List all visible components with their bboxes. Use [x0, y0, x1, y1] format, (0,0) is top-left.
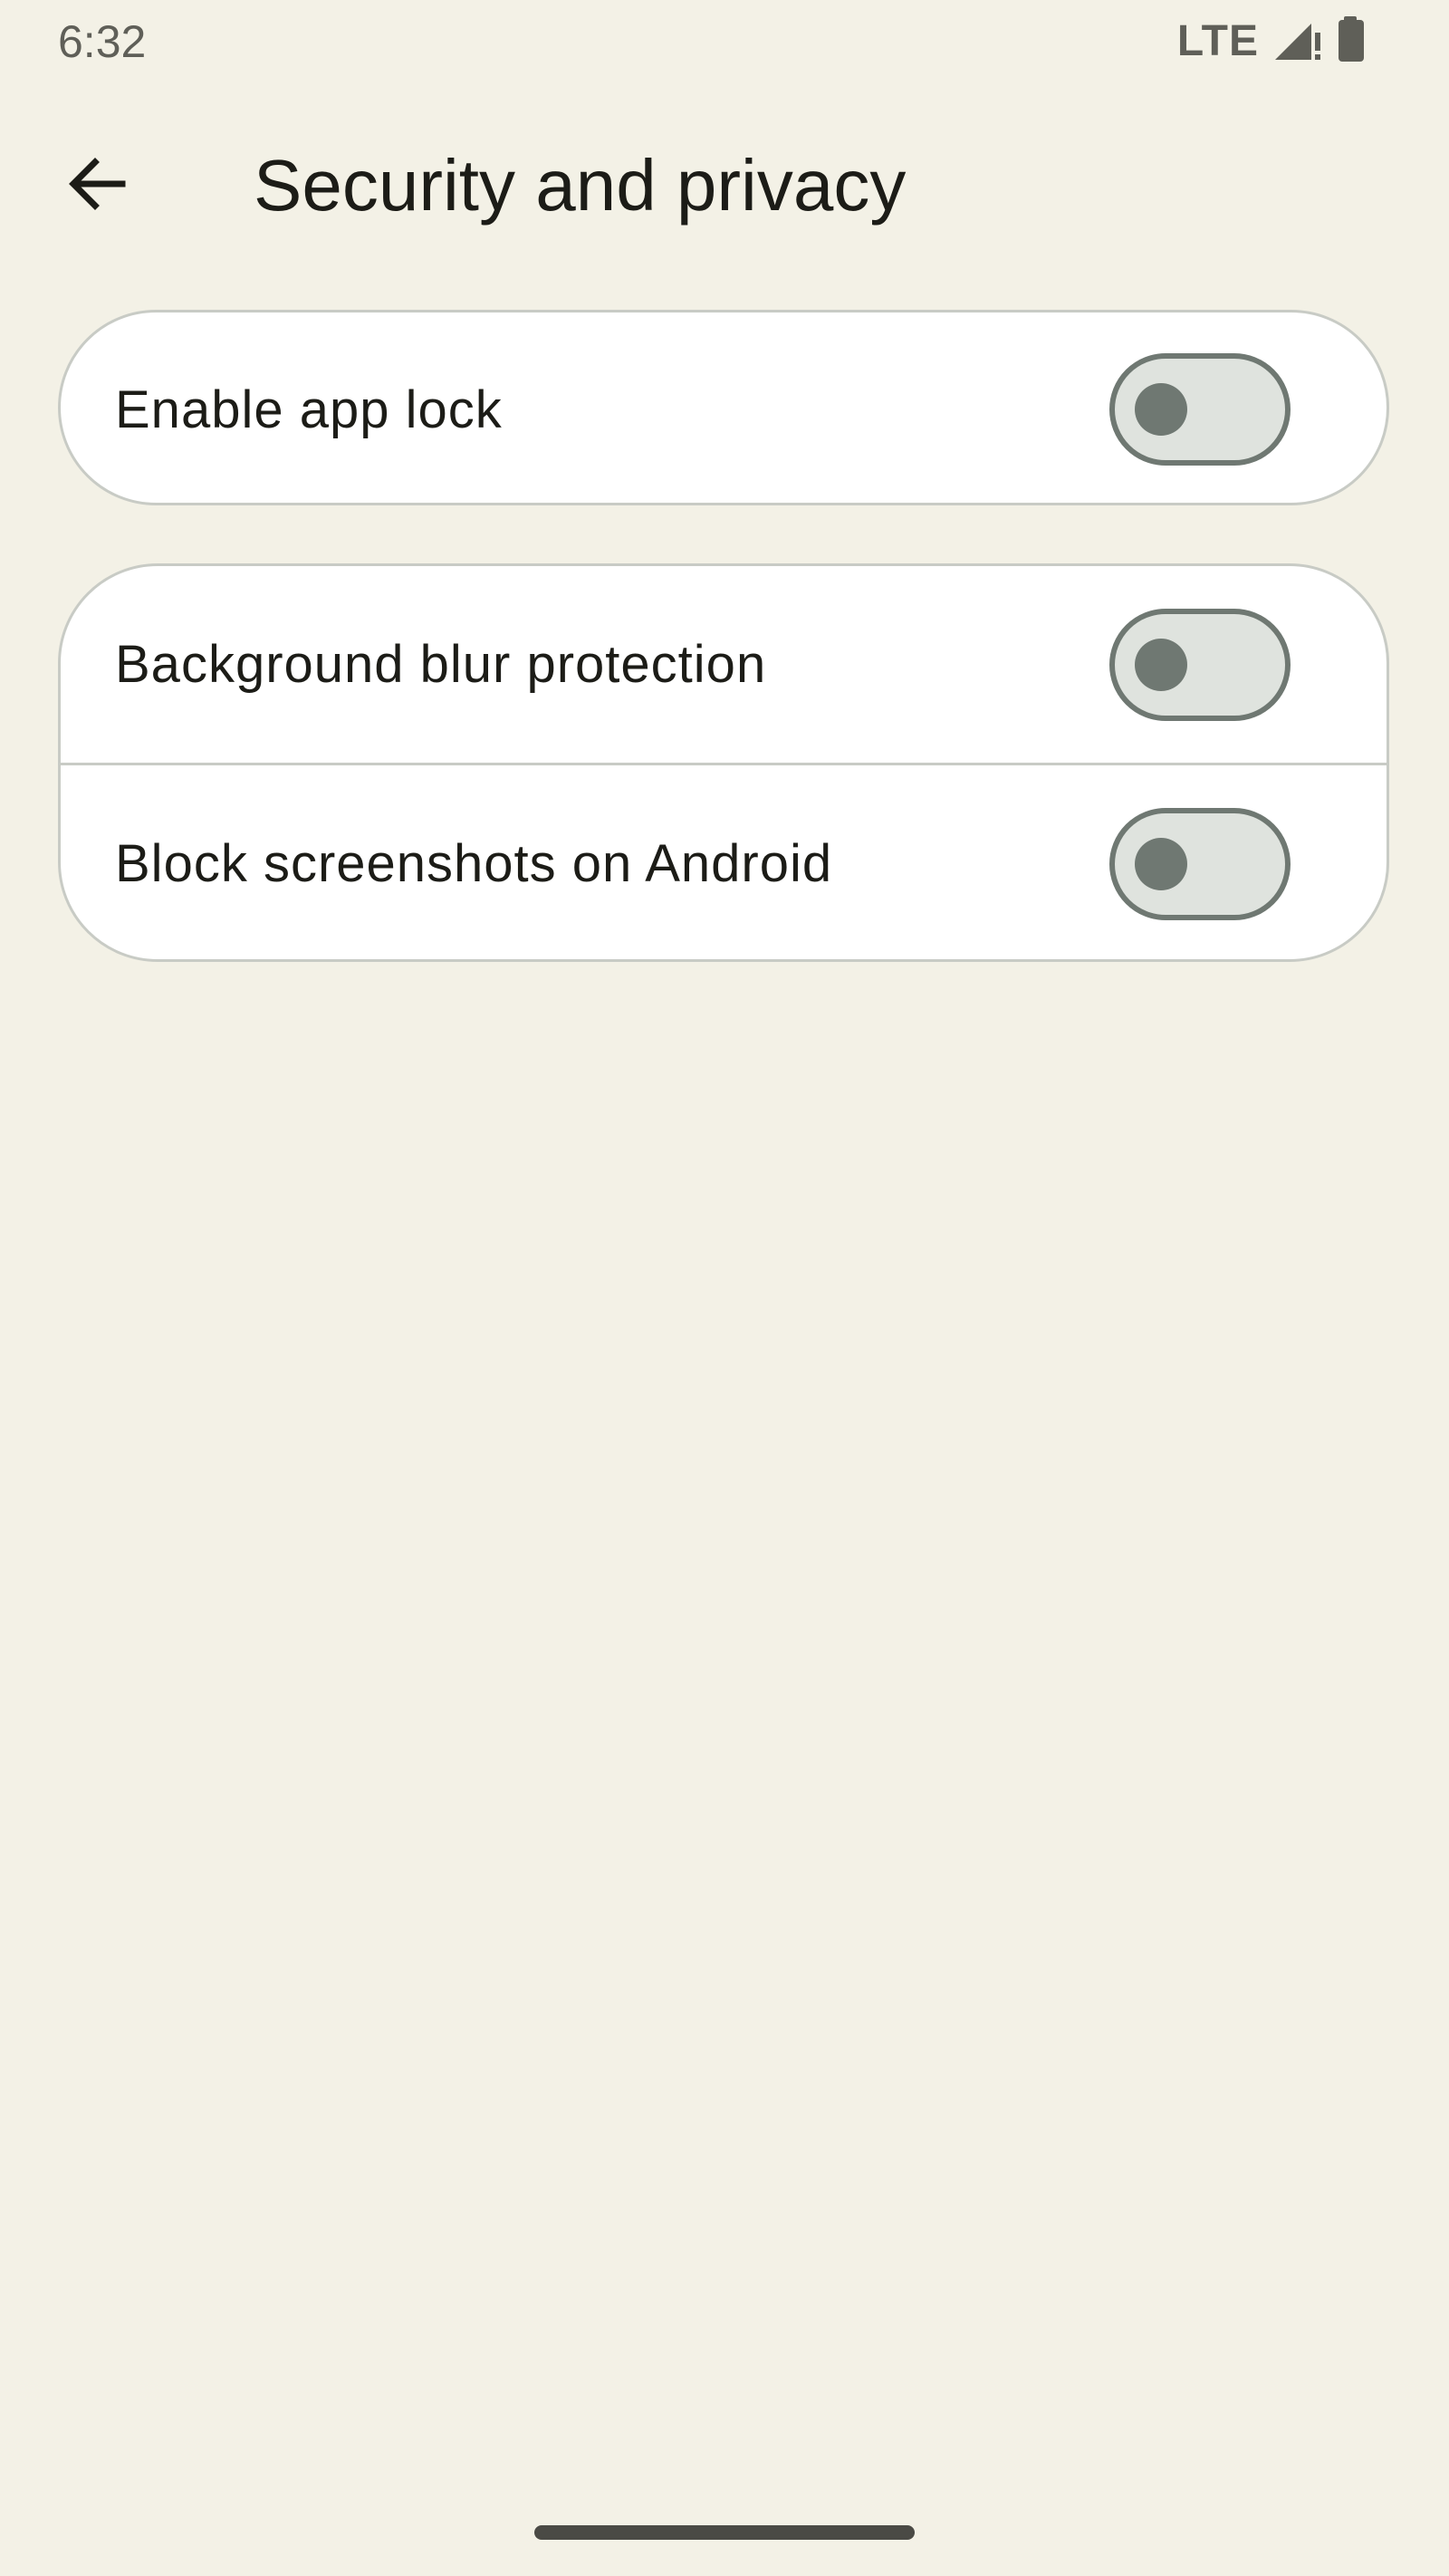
- battery-icon: [1335, 14, 1367, 70]
- app-lock-label: Enable app lock: [115, 380, 503, 439]
- status-time: 6:32: [58, 16, 147, 67]
- background-blur-row[interactable]: Background blur protection: [61, 566, 1387, 763]
- arrow-back-icon: [64, 151, 130, 221]
- privacy-card: Background blur protection Block screens…: [58, 563, 1389, 962]
- app-lock-card: Enable app lock: [58, 310, 1389, 505]
- network-type-label: LTE: [1176, 17, 1259, 65]
- page-title: Security and privacy: [254, 145, 907, 226]
- signal-alert-icon: [1271, 14, 1322, 70]
- switch-thumb: [1135, 837, 1187, 890]
- app-lock-row[interactable]: Enable app lock: [61, 312, 1387, 503]
- app-lock-switch[interactable]: [1109, 353, 1291, 466]
- status-icons: LTE: [1177, 14, 1367, 69]
- status-bar: 6:32 LTE: [0, 0, 1449, 82]
- gesture-navigation-bar[interactable]: [534, 2525, 915, 2540]
- block-screenshots-label: Block screenshots on Android: [115, 834, 833, 893]
- block-screenshots-switch[interactable]: [1109, 807, 1291, 920]
- background-blur-switch[interactable]: [1109, 608, 1291, 721]
- block-screenshots-row[interactable]: Block screenshots on Android: [61, 765, 1387, 959]
- back-button[interactable]: [47, 136, 147, 235]
- background-blur-label: Background blur protection: [115, 635, 767, 694]
- switch-thumb: [1135, 638, 1187, 691]
- top-app-bar: Security and privacy: [0, 100, 1449, 263]
- switch-thumb: [1135, 383, 1187, 436]
